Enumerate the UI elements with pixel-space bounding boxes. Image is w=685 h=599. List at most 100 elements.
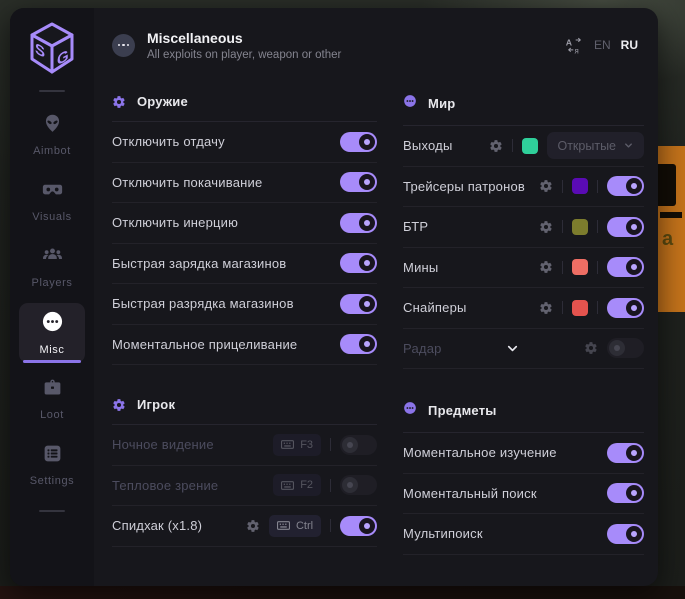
keyboard-icon xyxy=(281,440,294,449)
language-option-en[interactable]: EN xyxy=(594,38,611,52)
gear-icon[interactable] xyxy=(489,139,503,153)
toggle-switch[interactable] xyxy=(340,213,377,233)
gear-icon xyxy=(112,398,126,412)
gear-icon[interactable] xyxy=(539,260,553,274)
sidebar-divider xyxy=(39,90,65,92)
setting-row: Снайперы xyxy=(403,288,644,329)
sidebar-item-label: Settings xyxy=(30,475,75,487)
section-title: Предметы xyxy=(428,403,497,418)
color-swatch[interactable] xyxy=(572,178,588,194)
sidebar-item-aimbot[interactable]: Aimbot xyxy=(19,105,85,165)
setting-label: Быстрая зарядка магазинов xyxy=(112,256,286,271)
sidebar: S G Aimbot Visuals Players Mi xyxy=(10,8,94,586)
setting-label: Моментальное изучение xyxy=(403,445,557,460)
setting-label: БТР xyxy=(403,219,428,234)
section-world: Мир Выходы Открытые xyxy=(403,86,644,369)
game-background-floor xyxy=(0,586,685,599)
hotkey-badge[interactable]: Ctrl xyxy=(269,515,321,537)
sidebar-item-label: Misc xyxy=(39,344,64,356)
color-swatch[interactable] xyxy=(572,219,588,235)
toggle-switch[interactable] xyxy=(340,132,377,152)
setting-label: Моментальное прицеливание xyxy=(112,337,297,352)
svg-text:A: A xyxy=(566,37,573,47)
toggle-switch[interactable] xyxy=(340,435,377,455)
section-player: Игрок Ночное видение F3 xyxy=(112,389,377,547)
svg-text:я: я xyxy=(574,46,578,55)
content-grid: Оружие Отключить отдачу Отключить покачи… xyxy=(94,82,658,586)
chevron-down-icon xyxy=(623,140,634,151)
players-icon xyxy=(42,245,63,271)
toggle-switch[interactable] xyxy=(607,217,644,237)
circle-dots-icon xyxy=(403,401,417,420)
toggle-switch[interactable] xyxy=(340,334,377,354)
toggle-switch[interactable] xyxy=(607,524,644,544)
exits-dropdown[interactable]: Открытые xyxy=(547,132,644,159)
page-subtitle: All exploits on player, weapon or other xyxy=(147,49,341,61)
sidebar-divider xyxy=(39,510,65,512)
setting-label: Выходы xyxy=(403,138,452,153)
sidebar-item-label: Aimbot xyxy=(33,145,71,157)
toggle-switch[interactable] xyxy=(607,298,644,318)
toggle-switch[interactable] xyxy=(340,172,377,192)
toggle-switch[interactable] xyxy=(607,483,644,503)
keyboard-icon xyxy=(277,521,290,530)
ellipsis-circle-icon xyxy=(112,34,135,57)
language-option-ru[interactable]: RU xyxy=(621,38,638,52)
sidebar-item-visuals[interactable]: Visuals xyxy=(19,171,85,231)
setting-row: Выходы Открытые xyxy=(403,126,644,167)
toggle-switch[interactable] xyxy=(340,294,377,314)
main-panel: Miscellaneous All exploits on player, we… xyxy=(94,8,658,586)
setting-label: Мультипоиск xyxy=(403,526,483,541)
sidebar-item-misc[interactable]: Misc xyxy=(19,303,85,363)
hotkey-badge[interactable]: F3 xyxy=(273,434,321,456)
sidebar-item-label: Players xyxy=(32,277,73,289)
setting-row: Мины xyxy=(403,248,644,289)
setting-row: Ночное видение F3 xyxy=(112,425,377,466)
toggle-switch[interactable] xyxy=(340,516,377,536)
translate-icon: Aя xyxy=(565,36,584,55)
setting-label: Тепловое зрение xyxy=(112,478,218,493)
section-weapon: Оружие Отключить отдачу Отключить покачи… xyxy=(112,86,377,365)
setting-label: Отключить отдачу xyxy=(112,134,225,149)
setting-row: Быстрая зарядка магазинов xyxy=(112,244,377,285)
toggle-switch[interactable] xyxy=(607,176,644,196)
billboard-letter: а xyxy=(662,228,673,251)
section-title: Мир xyxy=(428,96,455,111)
sidebar-item-label: Loot xyxy=(40,409,64,421)
chevron-down-icon[interactable] xyxy=(505,341,520,356)
setting-row: Отключить отдачу xyxy=(112,122,377,163)
setting-row: Радар xyxy=(403,329,644,370)
toggle-switch[interactable] xyxy=(340,253,377,273)
toggle-switch[interactable] xyxy=(607,443,644,463)
hotkey-badge[interactable]: F2 xyxy=(273,474,321,496)
color-swatch[interactable] xyxy=(522,138,538,154)
gear-icon[interactable] xyxy=(539,179,553,193)
gear-icon xyxy=(112,95,126,109)
setting-label: Ночное видение xyxy=(112,437,214,452)
alien-icon xyxy=(42,113,63,139)
game-background-billboard: а xyxy=(658,146,685,312)
setting-label: Моментальный поиск xyxy=(403,486,537,501)
color-swatch[interactable] xyxy=(572,259,588,275)
setting-row: Мультипоиск xyxy=(403,514,644,555)
cheat-menu-window: S G Aimbot Visuals Players Mi xyxy=(10,8,658,586)
page-header: Miscellaneous All exploits on player, we… xyxy=(94,8,658,82)
color-swatch[interactable] xyxy=(572,300,588,316)
setting-row: Тепловое зрение F2 xyxy=(112,466,377,507)
gear-icon[interactable] xyxy=(246,519,260,533)
toggle-switch[interactable] xyxy=(607,257,644,277)
sidebar-item-settings[interactable]: Settings xyxy=(19,435,85,495)
sidebar-item-loot[interactable]: Loot xyxy=(19,369,85,429)
sidebar-item-players[interactable]: Players xyxy=(19,237,85,297)
gear-icon[interactable] xyxy=(539,220,553,234)
setting-row: БТР xyxy=(403,207,644,248)
toggle-switch[interactable] xyxy=(607,338,644,358)
circle-dots-icon xyxy=(403,94,417,113)
gear-icon[interactable] xyxy=(539,301,553,315)
setting-row: Отключить покачивание xyxy=(112,163,377,204)
setting-row: Моментальное прицеливание xyxy=(112,325,377,366)
toggle-switch[interactable] xyxy=(340,475,377,495)
gear-icon[interactable] xyxy=(584,341,598,355)
billboard-graphic xyxy=(660,212,682,218)
keyboard-icon xyxy=(281,481,294,490)
